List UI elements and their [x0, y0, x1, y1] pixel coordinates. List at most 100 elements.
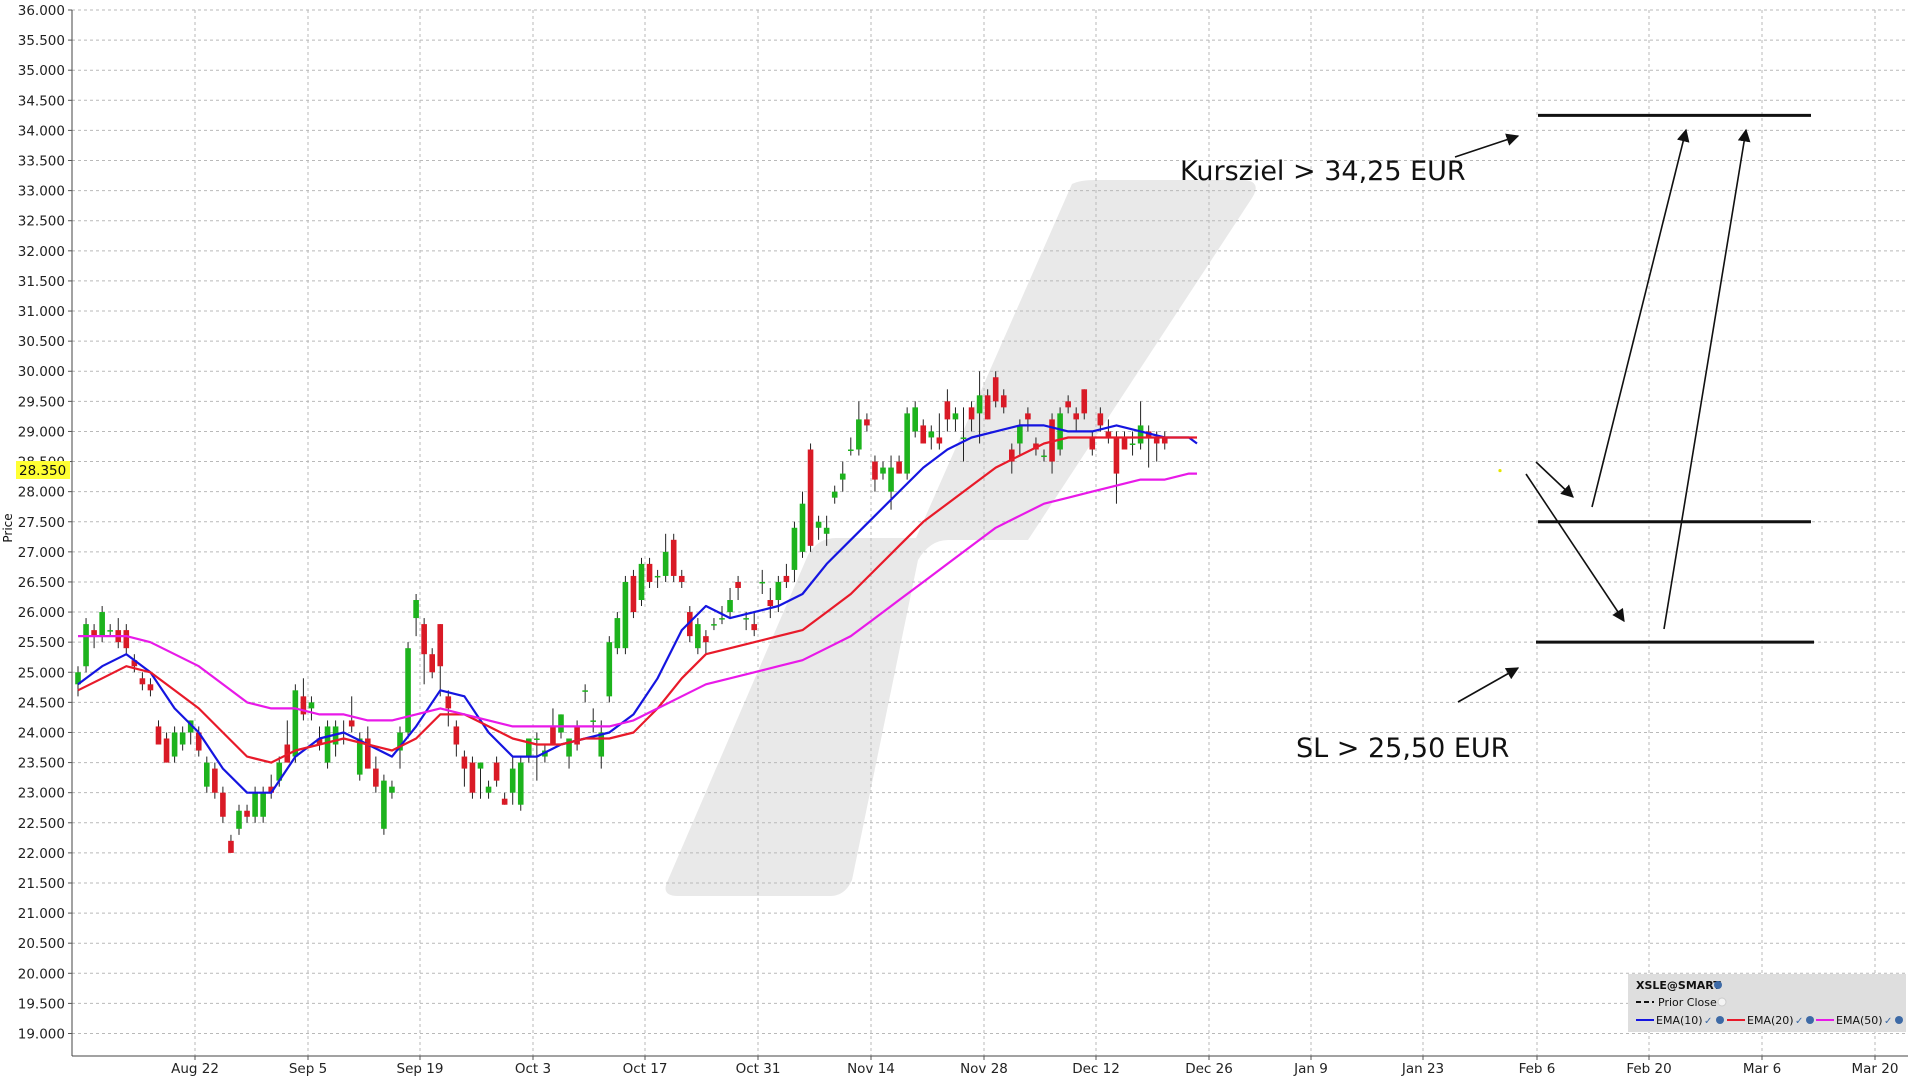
candle-body: [678, 575, 685, 582]
candle-body: [493, 762, 500, 781]
annotation-arrow: [1591, 128, 1690, 508]
y-tick-label: 24.500: [18, 695, 65, 711]
y-axis-label: Price: [1, 513, 15, 542]
x-tick-label: Oct 3: [515, 1061, 551, 1077]
candle-body: [1025, 413, 1031, 420]
legend-ema20: EMA(20): [1747, 1014, 1794, 1027]
x-axis-ticks: Aug 22 Sep 5 Sep 19 Oct 3 Oct 17 Oct 31 Nov 14…: [171, 1056, 1898, 1077]
ema20-check-icon[interactable]: ✓: [1795, 1016, 1803, 1027]
candle-body: [976, 395, 983, 414]
candle-body: [292, 690, 299, 757]
y-tick-label: 25.000: [18, 665, 65, 681]
candle-body: [373, 768, 379, 787]
candle-body: [220, 792, 226, 817]
candle-body: [864, 419, 870, 426]
candle-body: [1000, 395, 1007, 408]
candle-body: [139, 678, 146, 685]
legend-ema10: EMA(10): [1656, 1014, 1703, 1027]
y-tick-label: 30.500: [18, 334, 65, 350]
ema10-settings-icon[interactable]: [1716, 1016, 1724, 1024]
candle-body: [582, 690, 588, 692]
x-tick-label: Feb 20: [1626, 1061, 1671, 1077]
price-chart: 36.000 35.500 35.000 34.500 34.000 33.500 33.0…: [1, 3, 1908, 1077]
candle-body: [928, 431, 935, 438]
candle-body: [775, 581, 782, 601]
y-tick-label: 22.500: [18, 816, 65, 832]
candle-body: [405, 648, 411, 733]
candle-body: [421, 624, 427, 655]
y-tick-label: 26.000: [18, 605, 65, 621]
x-tick-label: Sep 19: [397, 1061, 444, 1077]
x-tick-label: Nov 14: [847, 1061, 895, 1077]
candle-body: [485, 786, 492, 793]
candle-body: [984, 395, 991, 420]
candle-body: [252, 792, 258, 817]
candle-body: [590, 720, 596, 722]
candle-body: [654, 575, 661, 578]
candle-body: [960, 437, 967, 439]
candle-body: [437, 624, 444, 667]
candle-body: [1097, 413, 1104, 426]
candle-body: [348, 720, 355, 727]
candle-body: [324, 726, 331, 763]
candle-body: [606, 642, 613, 697]
candle-body: [123, 630, 130, 649]
ema50-settings-icon[interactable]: [1895, 1016, 1903, 1024]
ema20-settings-icon[interactable]: [1806, 1016, 1814, 1024]
ema50-check-icon[interactable]: ✓: [1884, 1016, 1892, 1027]
candle-body: [952, 413, 959, 420]
y-tick-label: 32.500: [18, 214, 65, 230]
candle-body: [509, 768, 516, 793]
y-axis-ticks: 36.000 35.500 35.000 34.500 34.000 33.500 33.0…: [18, 3, 72, 1043]
candle-body: [1073, 413, 1079, 420]
watermark-logo: [665, 180, 1256, 896]
y-tick-label: 34.500: [18, 93, 65, 109]
candle-body: [944, 401, 951, 420]
x-tick-label: Feb 6: [1519, 1061, 1556, 1077]
y-tick-label: 21.500: [18, 876, 65, 892]
candle-body: [1137, 425, 1144, 444]
candle-body: [751, 624, 757, 631]
candle-body: [1065, 401, 1071, 408]
y-tick-label: 36.000: [18, 3, 65, 19]
y-tick-label: 32.000: [18, 244, 65, 260]
y-tick-label: 23.000: [18, 786, 65, 802]
candle-body: [212, 768, 218, 793]
x-tick-label: Mar 20: [1852, 1061, 1899, 1077]
annotation-arrows: [1454, 128, 1751, 703]
candle-body: [429, 654, 435, 673]
ema10-check-icon[interactable]: ✓: [1704, 1016, 1712, 1027]
candle-body: [767, 600, 774, 607]
prior-close-toggle[interactable]: [1717, 997, 1727, 1007]
x-tick-label: Oct 17: [623, 1061, 668, 1077]
annotation-arrow: [1457, 667, 1520, 703]
last-price-marker: 28.350: [16, 461, 1502, 479]
candle-body: [228, 840, 234, 853]
y-tick-label: 24.000: [18, 725, 65, 741]
annotation-arrow: [1663, 128, 1751, 630]
candle-body: [848, 449, 854, 452]
candle-body: [904, 413, 910, 474]
candle-body: [823, 527, 830, 534]
candle-body: [445, 696, 452, 709]
y-tick-label: 22.000: [18, 846, 65, 862]
candle-body: [727, 600, 733, 613]
candle-body: [1081, 389, 1088, 414]
y-tick-label: 27.000: [18, 545, 65, 561]
y-tick-label: 31.500: [18, 274, 65, 290]
y-tick-label: 26.500: [18, 575, 65, 591]
y-tick-label: 20.000: [18, 966, 65, 982]
candle-body: [791, 527, 798, 570]
candle-body: [815, 521, 822, 528]
y-tick-label: 34.000: [18, 123, 65, 139]
ema-line-ema50: [78, 472, 1197, 728]
candle-body: [783, 575, 790, 582]
candle-body: [1057, 413, 1063, 450]
candle-body: [163, 738, 170, 763]
x-tick-label: Dec 26: [1185, 1061, 1233, 1077]
candle-body: [413, 600, 419, 619]
candle-body: [735, 581, 741, 588]
candle-body: [1129, 443, 1136, 445]
x-tick-label: Sep 5: [289, 1061, 327, 1077]
candle-body: [236, 810, 242, 829]
